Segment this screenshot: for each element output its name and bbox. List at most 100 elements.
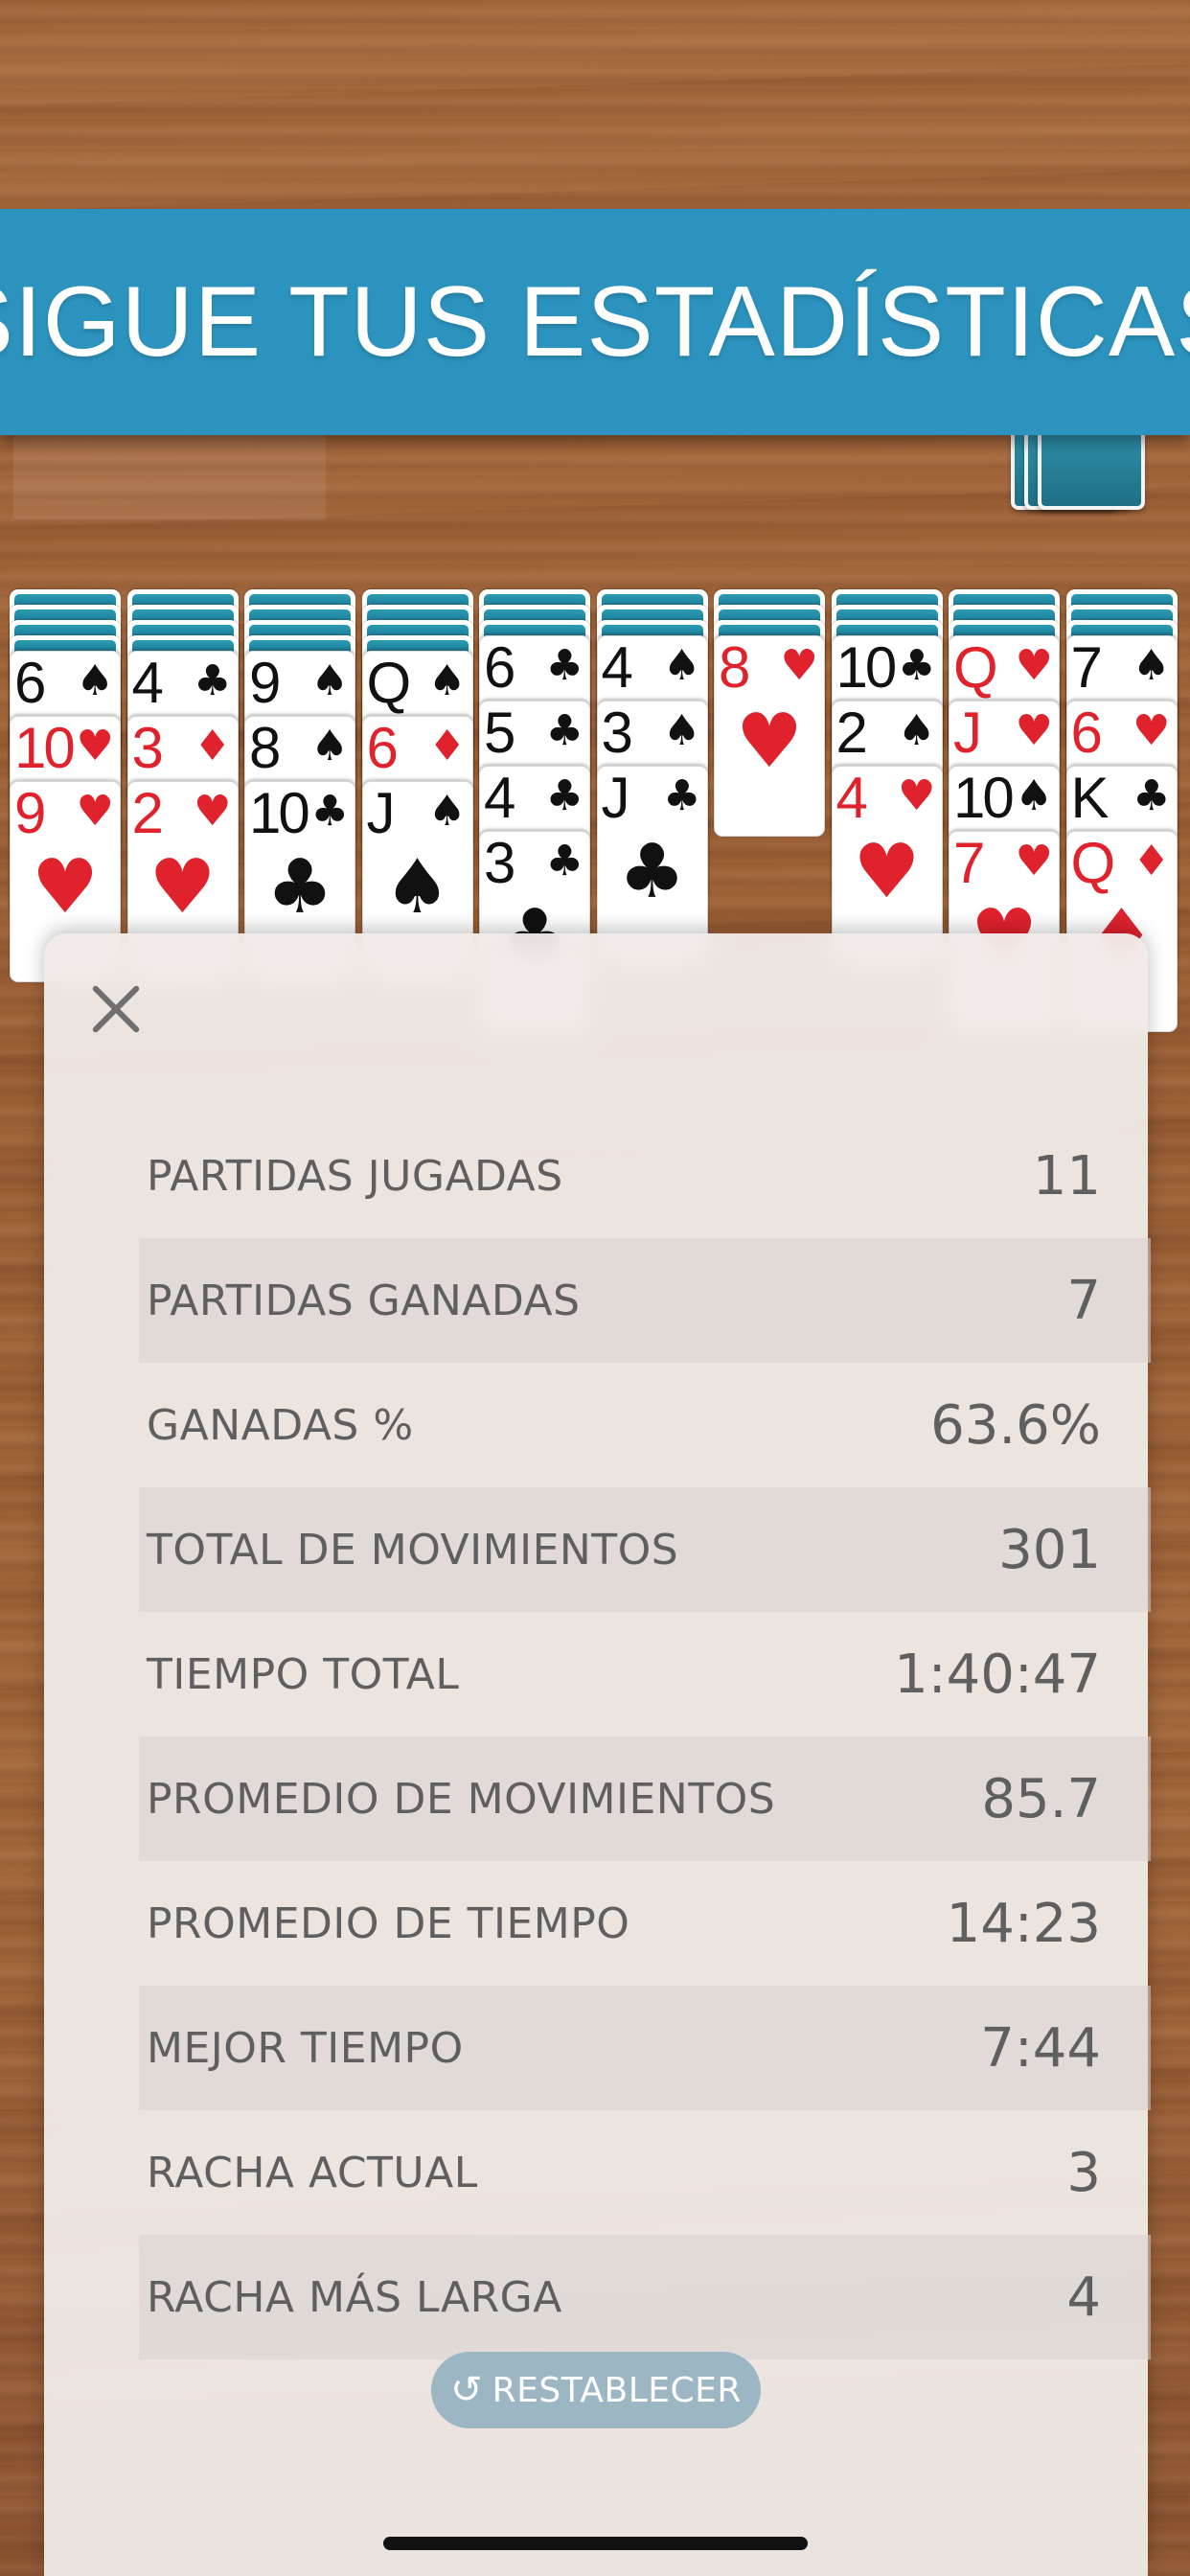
card-suit-icon: ♥: [1015, 706, 1053, 755]
stat-value: 301: [998, 1518, 1101, 1581]
card-rank: J: [953, 701, 982, 765]
card-suit-icon: ♣: [310, 787, 349, 836]
card-suit-icon: ♠: [663, 641, 701, 690]
card-suit-icon: ♦: [194, 722, 232, 770]
card-suit-icon: ♥: [76, 787, 114, 836]
stat-label: PROMEDIO DE MOVIMIENTOS: [147, 1774, 776, 1824]
stats-list: PARTIDAS JUGADAS 11 PARTIDAS GANADAS 7 GANAD…: [139, 1114, 1151, 2359]
card-suit-icon: ♠: [428, 787, 467, 836]
card-rank: Q: [1070, 831, 1116, 895]
card-suit-icon: ♠: [310, 722, 349, 770]
stat-value: 7:44: [980, 2016, 1101, 2080]
card-suit-icon: ♠: [310, 656, 349, 705]
card-center-suit-icon: ♣: [618, 829, 686, 915]
card-center-suit-icon: ♣: [266, 844, 333, 931]
stat-value: 85.7: [981, 1767, 1101, 1830]
card-rank: 8: [249, 716, 281, 780]
stat-label: PARTIDAS GANADAS: [147, 1276, 581, 1325]
card-rank: 2: [835, 701, 868, 765]
stock-pile[interactable]: ✺: [1011, 434, 1174, 510]
card-suit-icon: ♥: [76, 722, 114, 770]
stat-row: RACHA ACTUAL 3: [147, 2110, 1101, 2235]
stat-row: TOTAL DE MOVIMIENTOS 301: [139, 1487, 1151, 1612]
card-rank: 3: [484, 831, 515, 895]
card-rank: 7: [1070, 635, 1103, 700]
card-rank: 4: [601, 635, 633, 700]
stat-label: TIEMPO TOTAL: [147, 1649, 460, 1699]
card-rank: 6: [1070, 701, 1103, 765]
stat-label: TOTAL DE MOVIMIENTOS: [147, 1525, 679, 1575]
stat-row: PROMEDIO DE MOVIMIENTOS 85.7: [139, 1736, 1151, 1861]
card-rank: 4: [835, 766, 868, 830]
statistics-panel: PARTIDAS JUGADAS 11 PARTIDAS GANADAS 7 GANAD…: [44, 933, 1151, 2576]
stat-value: 7: [1066, 1269, 1101, 1332]
card-suit-icon: ♥: [898, 771, 936, 820]
card-suit-icon: ♥: [194, 787, 232, 836]
card-suit-icon: ♣: [1133, 771, 1171, 820]
banner-title: SIGUE TUS ESTADÍSTICAS: [0, 265, 1190, 378]
card-rank: 5: [484, 701, 515, 765]
stat-label: RACHA ACTUAL: [147, 2148, 478, 2197]
card-rank: 10: [953, 766, 1015, 830]
card-rank: Q: [953, 635, 998, 700]
card-suit-icon: ♠: [663, 706, 701, 755]
stat-row: PARTIDAS JUGADAS 11: [147, 1114, 1101, 1238]
stat-label: PROMEDIO DE TIEMPO: [147, 1898, 630, 1948]
card-center-suit-icon: ♥: [736, 699, 803, 785]
card-rank: 10: [835, 635, 898, 700]
card-rank: 4: [484, 766, 515, 830]
card-suit-icon: ♠: [428, 656, 467, 705]
stat-row: PROMEDIO DE TIEMPO 14:23: [147, 1861, 1101, 1986]
home-indicator: [383, 2537, 808, 2550]
card-center-suit-icon: ♠: [383, 844, 451, 931]
reset-button[interactable]: ↺ RESTABLECER: [431, 2352, 761, 2428]
card-rank: 9: [249, 651, 281, 715]
card-suit-icon: ♥: [1015, 837, 1053, 886]
card-suit-icon: ♥: [1133, 706, 1171, 755]
card-suit-icon: ♣: [545, 641, 584, 690]
card-suit-icon: ♠: [76, 656, 114, 705]
card-rank: 6: [484, 635, 515, 700]
card-center-suit-icon: ♥: [149, 844, 217, 931]
card-rank: 2: [131, 781, 164, 845]
card-suit-icon: ♣: [545, 706, 584, 755]
card-rank: 6: [14, 651, 46, 715]
card-suit-icon: ♣: [663, 771, 701, 820]
stat-value: 1:40:47: [894, 1643, 1101, 1706]
stat-label: GANADAS %: [147, 1400, 414, 1450]
card-suit-icon: ♣: [545, 837, 584, 886]
card-suit-icon: ♠: [1133, 641, 1171, 690]
stat-value: 3: [1066, 2141, 1101, 2204]
card-rank: J: [601, 766, 630, 830]
card-suit-icon: ♥: [1015, 641, 1053, 690]
stat-label: MEJOR TIEMPO: [147, 2023, 464, 2073]
card-suit-icon: ♦: [428, 722, 467, 770]
card-suit-icon: ♠: [1015, 771, 1053, 820]
card-center-suit-icon: ♥: [32, 844, 99, 931]
stat-label: PARTIDAS JUGADAS: [147, 1151, 563, 1201]
card-suit-icon: ♣: [898, 641, 936, 690]
card-rank: 4: [131, 651, 164, 715]
stock-card-back: [1038, 435, 1145, 510]
reset-arrow-icon: ↺: [450, 2368, 483, 2412]
stat-value: 14:23: [946, 1892, 1101, 1955]
stat-row: TIEMPO TOTAL 1:40:47: [147, 1612, 1101, 1736]
stat-label: RACHA MÁS LARGA: [147, 2272, 562, 2322]
reset-button-label: RESTABLECER: [492, 2370, 742, 2410]
card-suit-icon: ♣: [545, 771, 584, 820]
stat-value: 63.6%: [930, 1393, 1101, 1457]
card-suit-icon: ♦: [1133, 837, 1171, 886]
card-rank: 10: [14, 716, 76, 780]
close-icon[interactable]: [82, 976, 149, 1043]
card-suit-icon: ♠: [898, 706, 936, 755]
playing-card[interactable]: 8 ♥ ♥: [714, 635, 825, 837]
card-center-suit-icon: ♥: [853, 829, 921, 915]
card-rank: Q: [366, 651, 412, 715]
card-rank: 8: [719, 635, 750, 700]
promo-banner: SIGUE TUS ESTADÍSTICAS: [0, 209, 1190, 435]
card-rank: J: [366, 781, 396, 845]
card-suit-icon: ♣: [194, 656, 232, 705]
card-rank: 6: [366, 716, 399, 780]
stat-row: PARTIDAS GANADAS 7: [139, 1238, 1151, 1363]
stat-value: 4: [1066, 2266, 1101, 2329]
